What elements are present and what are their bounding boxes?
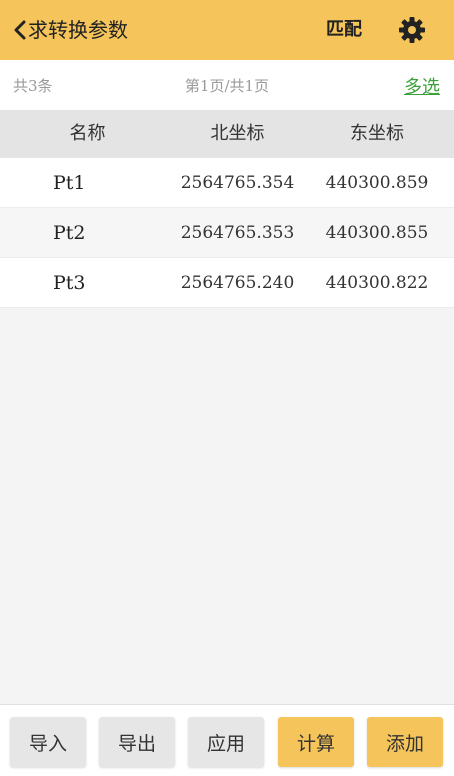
cell-name: Pt3	[53, 271, 86, 294]
app-header: 求转换参数 匹配	[0, 0, 454, 60]
match-button[interactable]: 匹配	[326, 16, 362, 44]
cell-north: 2564765.353	[180, 222, 295, 243]
info-row: 共3条 第1页/共1页 多选	[0, 60, 454, 110]
cell-east: 440300.859	[325, 172, 429, 193]
chevron-left-icon	[14, 20, 26, 40]
cell-north: 2564765.240	[180, 272, 295, 293]
table-body: Pt1 2564765.354 440300.859 Pt2 2564765.3…	[0, 158, 454, 308]
column-header-east: 东坐标	[350, 123, 404, 144]
cell-name: Pt2	[53, 221, 86, 244]
export-button[interactable]: 导出	[99, 717, 175, 767]
page-title: 求转换参数	[28, 18, 128, 42]
app: 求转换参数 匹配 共3条 第1页/共1页 多选 名称 北坐标 东坐标 Pt1 2…	[0, 0, 454, 776]
table-header: 名称 北坐标 东坐标	[0, 110, 454, 158]
cell-east: 440300.855	[325, 222, 429, 243]
apply-button[interactable]: 应用	[188, 717, 264, 767]
add-button[interactable]: 添加	[367, 717, 443, 767]
bottom-toolbar: 导入 导出 应用 计算 添加	[0, 704, 454, 776]
cell-north: 2564765.354	[180, 172, 295, 193]
multi-select-link[interactable]: 多选	[404, 73, 440, 99]
table-row[interactable]: Pt3 2564765.240 440300.822	[0, 258, 454, 308]
settings-button[interactable]	[394, 12, 430, 48]
cell-east: 440300.822	[325, 272, 429, 293]
calculate-button[interactable]: 计算	[278, 717, 354, 767]
column-header-north: 北坐标	[210, 123, 265, 144]
table-row[interactable]: Pt1 2564765.354 440300.859	[0, 158, 454, 208]
page-indicator: 第1页/共1页	[184, 77, 270, 95]
gear-icon	[399, 17, 425, 43]
table-row[interactable]: Pt2 2564765.353 440300.855	[0, 208, 454, 258]
column-header-name: 名称	[69, 123, 106, 144]
cell-name: Pt1	[53, 171, 86, 194]
import-button[interactable]: 导入	[10, 717, 86, 767]
